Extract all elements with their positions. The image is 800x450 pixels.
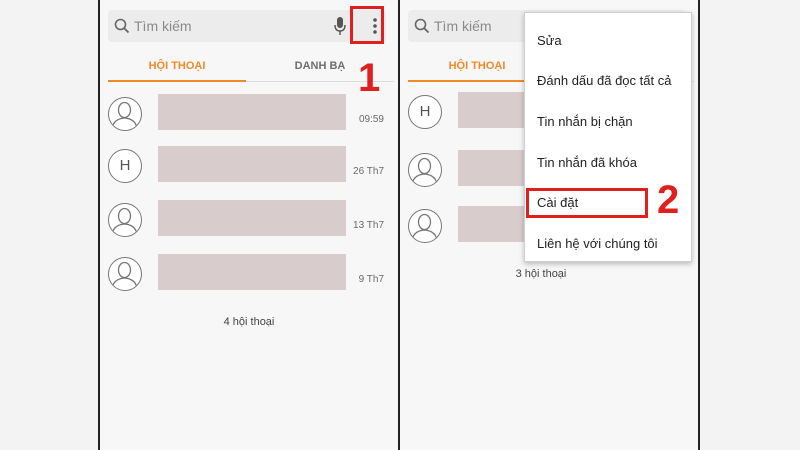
- avatar: H: [408, 95, 442, 129]
- avatar: [108, 257, 142, 291]
- highlight-box-more-options: [350, 6, 384, 44]
- microphone-icon[interactable]: [333, 16, 347, 36]
- highlight-box-settings: [526, 188, 648, 218]
- avatar-letter: H: [419, 103, 431, 120]
- person-icon: [111, 207, 138, 235]
- conversation-row[interactable]: 13 Th7: [108, 200, 390, 240]
- right-phone-screen: Tìm kiếm HỘI THOẠI H 3 hội thoại Sửa Đán…: [398, 0, 700, 450]
- options-menu: Sửa Đánh dấu đã đọc tất cả Tin nhắn bị c…: [524, 12, 692, 262]
- message-time: 09:59: [358, 114, 384, 125]
- step-number-1: 1: [358, 56, 381, 100]
- redacted-message-preview: [158, 200, 346, 236]
- redacted-message-preview: [158, 254, 346, 290]
- conversation-row[interactable]: 9 Th7: [108, 254, 390, 294]
- person-icon: [111, 261, 138, 289]
- conversation-count: 3 hội thoại: [515, 268, 567, 280]
- search-placeholder: Tìm kiếm: [434, 18, 492, 34]
- conversation-row[interactable]: 09:59: [108, 94, 390, 134]
- menu-item-contact-us[interactable]: Liên hệ với chúng tôi: [537, 236, 658, 251]
- conversation-row[interactable]: H 26 Th7: [108, 146, 390, 186]
- menu-item-edit[interactable]: Sửa: [537, 33, 562, 48]
- avatar: [108, 203, 142, 237]
- redacted-message-preview: [158, 146, 346, 182]
- redacted-message-preview: [458, 92, 528, 128]
- avatar: H: [108, 149, 142, 183]
- search-icon: [414, 18, 430, 34]
- person-icon: [411, 157, 438, 185]
- message-time: 13 Th7: [353, 220, 384, 231]
- search-icon: [114, 18, 130, 34]
- avatar: [408, 153, 442, 187]
- search-placeholder: Tìm kiếm: [134, 18, 192, 34]
- avatar: [408, 209, 442, 243]
- message-time: 9 Th7: [358, 274, 384, 285]
- redacted-message-preview: [158, 94, 346, 130]
- avatar: [108, 97, 142, 131]
- person-icon: [111, 101, 138, 129]
- menu-item-locked-messages[interactable]: Tin nhắn đã khóa: [537, 155, 637, 170]
- left-phone-screen: Tìm kiếm HỘI THOẠI DANH BẠ 09:59 H 26 Th…: [98, 0, 400, 450]
- tutorial-image: Tìm kiếm HỘI THOẠI DANH BẠ 09:59 H 26 Th…: [0, 0, 800, 450]
- menu-item-blocked-messages[interactable]: Tin nhắn bị chặn: [537, 114, 633, 129]
- tab-conversations[interactable]: HỘI THOẠI: [108, 56, 246, 82]
- step-number-2: 2: [657, 178, 680, 222]
- tab-bar: HỘI THOẠI DANH BẠ: [108, 56, 394, 82]
- redacted-message-preview: [458, 206, 528, 242]
- menu-item-mark-all-read[interactable]: Đánh dấu đã đọc tất cả: [537, 73, 671, 88]
- search-bar[interactable]: Tìm kiếm: [108, 10, 386, 42]
- redacted-message-preview: [458, 150, 528, 186]
- person-icon: [411, 213, 438, 241]
- message-time: 26 Th7: [353, 166, 384, 177]
- avatar-letter: H: [119, 157, 131, 174]
- conversation-count: 4 hội thoại: [223, 316, 275, 328]
